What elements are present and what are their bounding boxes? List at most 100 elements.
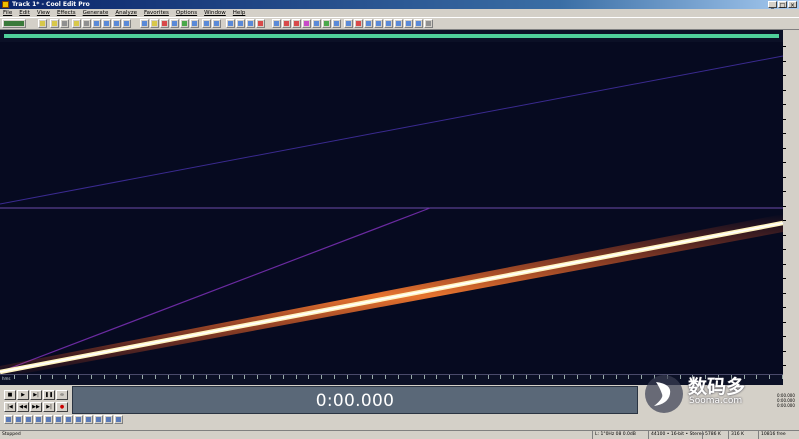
zoom-button[interactable] — [64, 415, 73, 424]
toolbar-button[interactable] — [50, 19, 59, 28]
zoom-button[interactable] — [14, 415, 23, 424]
zoom-button[interactable] — [94, 415, 103, 424]
menu-analyze[interactable]: Analyze — [115, 9, 137, 17]
ruler-tick — [783, 249, 786, 250]
menu-options[interactable]: Options — [176, 9, 197, 17]
go-to-start-button[interactable]: |◀ — [4, 402, 16, 412]
toolbar-button[interactable] — [190, 19, 199, 28]
toolbar-button[interactable] — [236, 19, 245, 28]
zoom-button[interactable] — [54, 415, 63, 424]
toolbar-button[interactable] — [364, 19, 373, 28]
toolbar-button-icon — [4, 21, 24, 26]
ruler-tick — [206, 375, 207, 379]
zoom-button[interactable] — [44, 415, 53, 424]
pause-button[interactable]: ❚❚ — [43, 390, 55, 400]
toolbar-button[interactable] — [344, 19, 353, 28]
toolbar-button[interactable] — [112, 19, 121, 28]
spectral-view[interactable] — [0, 42, 783, 374]
toolbar-button[interactable] — [60, 19, 69, 28]
toolbar-button[interactable] — [180, 19, 189, 28]
zoom-button[interactable] — [34, 415, 43, 424]
app-icon[interactable] — [2, 1, 9, 8]
toolbar-button[interactable] — [2, 19, 26, 28]
toolbar-button[interactable] — [332, 19, 341, 28]
title-bar: Track 1* - Cool Edit Pro _ □ × — [0, 0, 799, 9]
toolbar-button[interactable] — [414, 19, 423, 28]
ruler-tick — [500, 375, 502, 379]
play-button[interactable]: ▶ — [17, 390, 29, 400]
menu-file[interactable]: File — [3, 9, 12, 17]
visible-range-indicator[interactable] — [4, 34, 779, 38]
ruler-tick — [783, 365, 786, 366]
menu-view[interactable]: View — [37, 9, 50, 17]
status-bar: Stopped L: 1°0Hz 08 0.0dB 44100 • 16-bit… — [0, 430, 799, 439]
toolbar-button-icon — [274, 21, 279, 26]
toolbar-button[interactable] — [102, 19, 111, 28]
menu-effects[interactable]: Effects — [57, 9, 76, 17]
toolbar-button[interactable] — [38, 19, 47, 28]
ruler-tick — [398, 375, 399, 379]
maximize-button[interactable]: □ — [778, 1, 787, 9]
toolbar-button[interactable] — [160, 19, 169, 28]
toolbar-button[interactable] — [384, 19, 393, 28]
play-to-end-button[interactable]: ▶| — [30, 390, 42, 400]
zoom-controls — [0, 415, 640, 425]
loop-button[interactable]: ∞ — [56, 390, 68, 400]
zoom-button[interactable] — [104, 415, 113, 424]
toolbar-button-icon — [386, 21, 391, 26]
toolbar — [0, 17, 799, 30]
zoom-button[interactable] — [84, 415, 93, 424]
toolbar-button[interactable] — [424, 19, 433, 28]
toolbar-button[interactable] — [150, 19, 159, 28]
go-to-end-button[interactable]: ▶| — [43, 402, 55, 412]
toolbar-button-icon — [228, 21, 233, 26]
toolbar-button[interactable] — [202, 19, 211, 28]
close-button[interactable]: × — [788, 1, 797, 9]
toolbar-button[interactable] — [72, 19, 81, 28]
zoom-icon — [16, 417, 21, 422]
toolbar-button[interactable] — [354, 19, 363, 28]
stop-button[interactable]: ■ — [4, 390, 16, 400]
toolbar-button[interactable] — [302, 19, 311, 28]
ruler-tick — [39, 375, 41, 379]
zoom-button[interactable] — [4, 415, 13, 424]
zoom-icon — [86, 417, 91, 422]
toolbar-button[interactable] — [282, 19, 291, 28]
toolbar-button-icon — [324, 21, 329, 26]
zoom-button[interactable] — [74, 415, 83, 424]
toolbar-button[interactable] — [292, 19, 301, 28]
menu-generate[interactable]: Generate — [83, 9, 109, 17]
ruler-tick — [346, 375, 348, 379]
ruler-tick — [783, 263, 786, 265]
toolbar-button-icon — [114, 21, 119, 26]
menu-favorites[interactable]: Favorites — [144, 9, 169, 17]
zoom-button[interactable] — [114, 415, 123, 424]
toolbar-button[interactable] — [122, 19, 131, 28]
toolbar-button-icon — [124, 21, 129, 26]
minimize-button[interactable]: _ — [768, 1, 777, 9]
toolbar-button[interactable] — [246, 19, 255, 28]
toolbar-button[interactable] — [140, 19, 149, 28]
playback-state: Stopped — [2, 432, 21, 437]
zoom-button[interactable] — [24, 415, 33, 424]
toolbar-button[interactable] — [92, 19, 101, 28]
menu-help[interactable]: Help — [233, 9, 246, 17]
record-button[interactable]: ● — [56, 402, 68, 412]
toolbar-button[interactable] — [170, 19, 179, 28]
fast-forward-button[interactable]: ▶▶ — [30, 402, 42, 412]
toolbar-button[interactable] — [374, 19, 383, 28]
watermark-logo-icon — [645, 375, 683, 413]
toolbar-button[interactable] — [212, 19, 221, 28]
menu-edit[interactable]: Edit — [19, 9, 30, 17]
toolbar-button[interactable] — [404, 19, 413, 28]
toolbar-button[interactable] — [322, 19, 331, 28]
menu-window[interactable]: Window — [204, 9, 226, 17]
toolbar-button[interactable] — [394, 19, 403, 28]
rewind-button[interactable]: ◀◀ — [17, 402, 29, 412]
toolbar-button[interactable] — [272, 19, 281, 28]
toolbar-button[interactable] — [312, 19, 321, 28]
toolbar-button[interactable] — [256, 19, 265, 28]
overview-range-bar[interactable] — [0, 30, 783, 42]
toolbar-button[interactable] — [82, 19, 91, 28]
toolbar-button[interactable] — [226, 19, 235, 28]
